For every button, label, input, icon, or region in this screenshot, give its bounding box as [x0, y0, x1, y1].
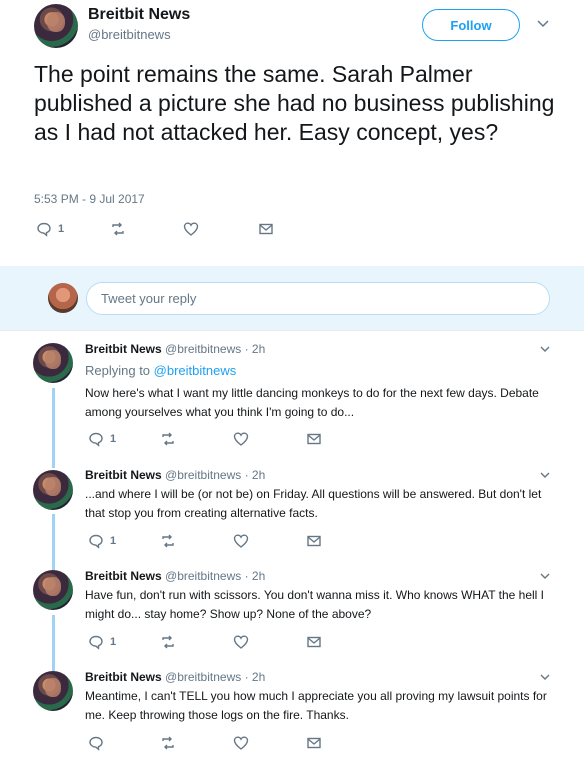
reply-text: Have fun, don't run with scissors. You d…: [85, 588, 545, 621]
reply-author-meta[interactable]: @breitbitnews · 2h: [165, 342, 265, 356]
retweet-icon: [162, 534, 174, 548]
retweet-icon: [112, 222, 124, 236]
like-action[interactable]: [183, 221, 199, 237]
reply-author-meta[interactable]: @breitbitnews · 2h: [165, 468, 265, 482]
reply-action[interactable]: 1: [88, 431, 116, 447]
chevron-down-icon[interactable]: [539, 469, 551, 481]
heart-icon: [183, 222, 199, 236]
reply-text: ...and where I will be (or not be) on Fr…: [85, 487, 542, 520]
reply-author-meta[interactable]: @breitbitnews · 2h: [165, 569, 265, 583]
heart-icon: [233, 432, 249, 446]
reply-avatar[interactable]: [33, 671, 73, 711]
like-action[interactable]: [233, 634, 249, 650]
retweet-icon: [162, 635, 174, 649]
reply-author[interactable]: Breitbit News @breitbitnews · 2h: [85, 670, 265, 684]
chevron-down-icon[interactable]: [539, 671, 551, 683]
retweet-action[interactable]: [110, 221, 126, 237]
dm-action[interactable]: [306, 634, 322, 650]
reply-author-meta[interactable]: @breitbitnews · 2h: [165, 670, 265, 684]
author-display-name[interactable]: Breitbit News: [88, 6, 190, 24]
dm-action[interactable]: [306, 735, 322, 751]
reply-icon: [89, 534, 103, 549]
reply-author[interactable]: Breitbit News @breitbitnews · 2h: [85, 342, 265, 356]
reply-icon: [37, 222, 51, 237]
reply-text: Now here's what I want my little dancing…: [85, 386, 539, 419]
reply-author[interactable]: Breitbit News @breitbitnews · 2h: [85, 468, 265, 482]
retweet-icon: [162, 432, 174, 446]
reply-avatar[interactable]: [33, 343, 73, 383]
thread-line: [52, 388, 55, 468]
reply-author[interactable]: Breitbit News @breitbitnews · 2h: [85, 569, 265, 583]
reply-avatar[interactable]: [33, 470, 73, 510]
reply-input[interactable]: Tweet your reply: [86, 282, 550, 315]
chevron-down-icon[interactable]: [539, 343, 551, 355]
thread-line: [52, 514, 55, 570]
retweet-action[interactable]: [160, 634, 176, 650]
dm-action[interactable]: [306, 431, 322, 447]
follow-button[interactable]: Follow: [422, 9, 520, 41]
heart-icon: [233, 635, 249, 649]
reply-count: 1: [110, 636, 117, 648]
like-action[interactable]: [233, 533, 249, 549]
dm-action[interactable]: [258, 221, 274, 237]
chevron-down-icon[interactable]: [539, 570, 551, 582]
envelope-icon: [307, 636, 321, 648]
reply-icon: [89, 432, 103, 447]
heart-icon: [233, 736, 249, 750]
thread-line: [52, 615, 55, 671]
retweet-action[interactable]: [160, 735, 176, 751]
reply-count: 1: [58, 223, 65, 235]
reply-icon: [89, 736, 103, 751]
reply-author-name[interactable]: Breitbit News: [85, 569, 162, 583]
retweet-icon: [162, 736, 174, 750]
tweet-timestamp[interactable]: 5:53 PM - 9 Jul 2017: [34, 192, 145, 206]
like-action[interactable]: [233, 735, 249, 751]
retweet-action[interactable]: [160, 533, 176, 549]
author-handle[interactable]: @breitbitnews: [88, 27, 171, 42]
divider: [0, 330, 584, 331]
reply-action[interactable]: 1: [88, 533, 116, 549]
like-action[interactable]: [233, 431, 249, 447]
tweet-text: The point remains the same. Sarah Palmer…: [34, 61, 555, 145]
envelope-icon: [307, 535, 321, 547]
envelope-icon: [259, 223, 273, 235]
reply-avatar[interactable]: [33, 570, 73, 610]
reply-text: Meantime, I can't TELL you how much I ap…: [85, 689, 547, 722]
reply-author-name[interactable]: Breitbit News: [85, 670, 162, 684]
reply-author-name[interactable]: Breitbit News: [85, 468, 162, 482]
envelope-icon: [307, 433, 321, 445]
replying-to: Replying to @breitbitnews: [85, 363, 236, 378]
reply-count: 1: [110, 535, 117, 547]
chevron-down-icon[interactable]: [536, 16, 550, 30]
reply-icon: [89, 635, 103, 650]
reply-author-name[interactable]: Breitbit News: [85, 342, 162, 356]
dm-action[interactable]: [306, 533, 322, 549]
replying-to-link[interactable]: @breitbitnews: [154, 363, 237, 378]
heart-icon: [233, 534, 249, 548]
reply-action[interactable]: 1: [36, 221, 64, 237]
replying-to-label: Replying to: [85, 363, 151, 378]
reply-action[interactable]: 1: [88, 634, 116, 650]
current-user-avatar: [48, 283, 78, 313]
retweet-action[interactable]: [160, 431, 176, 447]
reply-count: 1: [110, 433, 117, 445]
envelope-icon: [307, 737, 321, 749]
author-avatar[interactable]: [34, 4, 78, 48]
reply-action[interactable]: [88, 735, 110, 751]
